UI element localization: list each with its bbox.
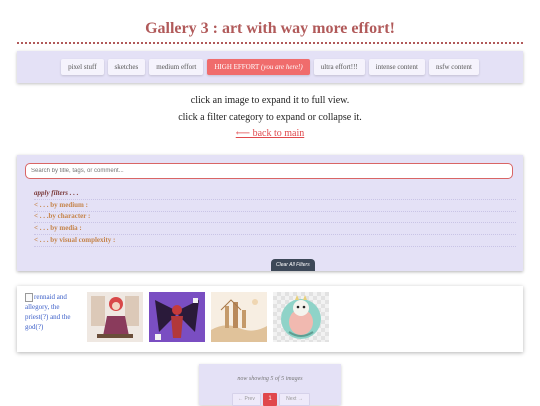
- next-page-button[interactable]: Next →: [279, 393, 310, 406]
- tab-sublabel: (you are here!): [260, 63, 303, 71]
- gallery-thumbnail[interactable]: [149, 292, 205, 342]
- tab-label: medium effort: [156, 63, 197, 71]
- tab-intense-content[interactable]: intense content: [368, 59, 425, 75]
- image-gallery: rennaid and allegory, the priest(?) and …: [17, 286, 523, 352]
- tab-ultra-effort[interactable]: ultra effort!!!: [313, 59, 365, 75]
- tab-label: sketches: [114, 63, 139, 71]
- gallery-image-broken[interactable]: rennaid and allegory, the priest(?) and …: [25, 292, 81, 342]
- gallery-thumbnail[interactable]: [211, 292, 267, 342]
- instructions-line-1: click an image to expand it to full view…: [190, 95, 350, 106]
- search-input[interactable]: [25, 163, 513, 179]
- pagination-status: now showing 5 of 5 images: [237, 376, 303, 382]
- tab-label: pixel stuff: [68, 63, 97, 71]
- title-divider: [17, 42, 523, 44]
- tab-nsfw-content[interactable]: nsfw content: [428, 59, 479, 75]
- gallery-thumbnail[interactable]: [273, 292, 329, 342]
- apply-filters-toggle[interactable]: apply filters . . .: [34, 188, 516, 200]
- teal-dragon-image: [281, 295, 321, 339]
- tab-medium-effort[interactable]: medium effort: [149, 59, 204, 75]
- filter-panel: apply filters . . . < . . . by medium : …: [17, 155, 523, 271]
- filter-category-character[interactable]: < . . .by character :: [34, 211, 516, 223]
- page-number-button[interactable]: 1: [263, 393, 277, 406]
- page-title: Gallery 3 : art with way more effort!: [145, 20, 395, 37]
- instructions-line-2: click a filter category to expand or col…: [178, 112, 362, 123]
- tab-label: intense content: [375, 63, 418, 71]
- back-to-main-link[interactable]: ⟵ back to main: [0, 128, 540, 139]
- tab-pixel-stuff[interactable]: pixel stuff: [61, 59, 104, 75]
- clear-filters-button[interactable]: Clear All Filters: [271, 259, 315, 271]
- dark-winged-figure-image: [149, 292, 205, 342]
- filter-category-media[interactable]: < . . . by media :: [34, 223, 516, 235]
- tab-sketches[interactable]: sketches: [107, 59, 146, 75]
- sepia-landscape-image: [211, 292, 267, 342]
- category-tabs: pixel stuff sketches medium effort HIGH …: [17, 51, 523, 83]
- filter-category-visual-complexity[interactable]: < . . . by visual complexity :: [34, 235, 516, 247]
- tab-label: ultra effort!!!: [320, 63, 358, 71]
- broken-image-icon: [25, 292, 33, 302]
- gallery-thumbnail[interactable]: [87, 292, 143, 342]
- pagination-panel: now showing 5 of 5 images ← Prev 1 Next …: [199, 364, 341, 406]
- tab-label: nsfw content: [435, 63, 472, 71]
- seated-figure-image: [87, 292, 143, 342]
- tab-high-effort[interactable]: HIGH EFFORT (you are here!): [207, 59, 310, 75]
- prev-page-button[interactable]: ← Prev: [232, 393, 261, 406]
- tab-label: HIGH EFFORT: [214, 63, 260, 71]
